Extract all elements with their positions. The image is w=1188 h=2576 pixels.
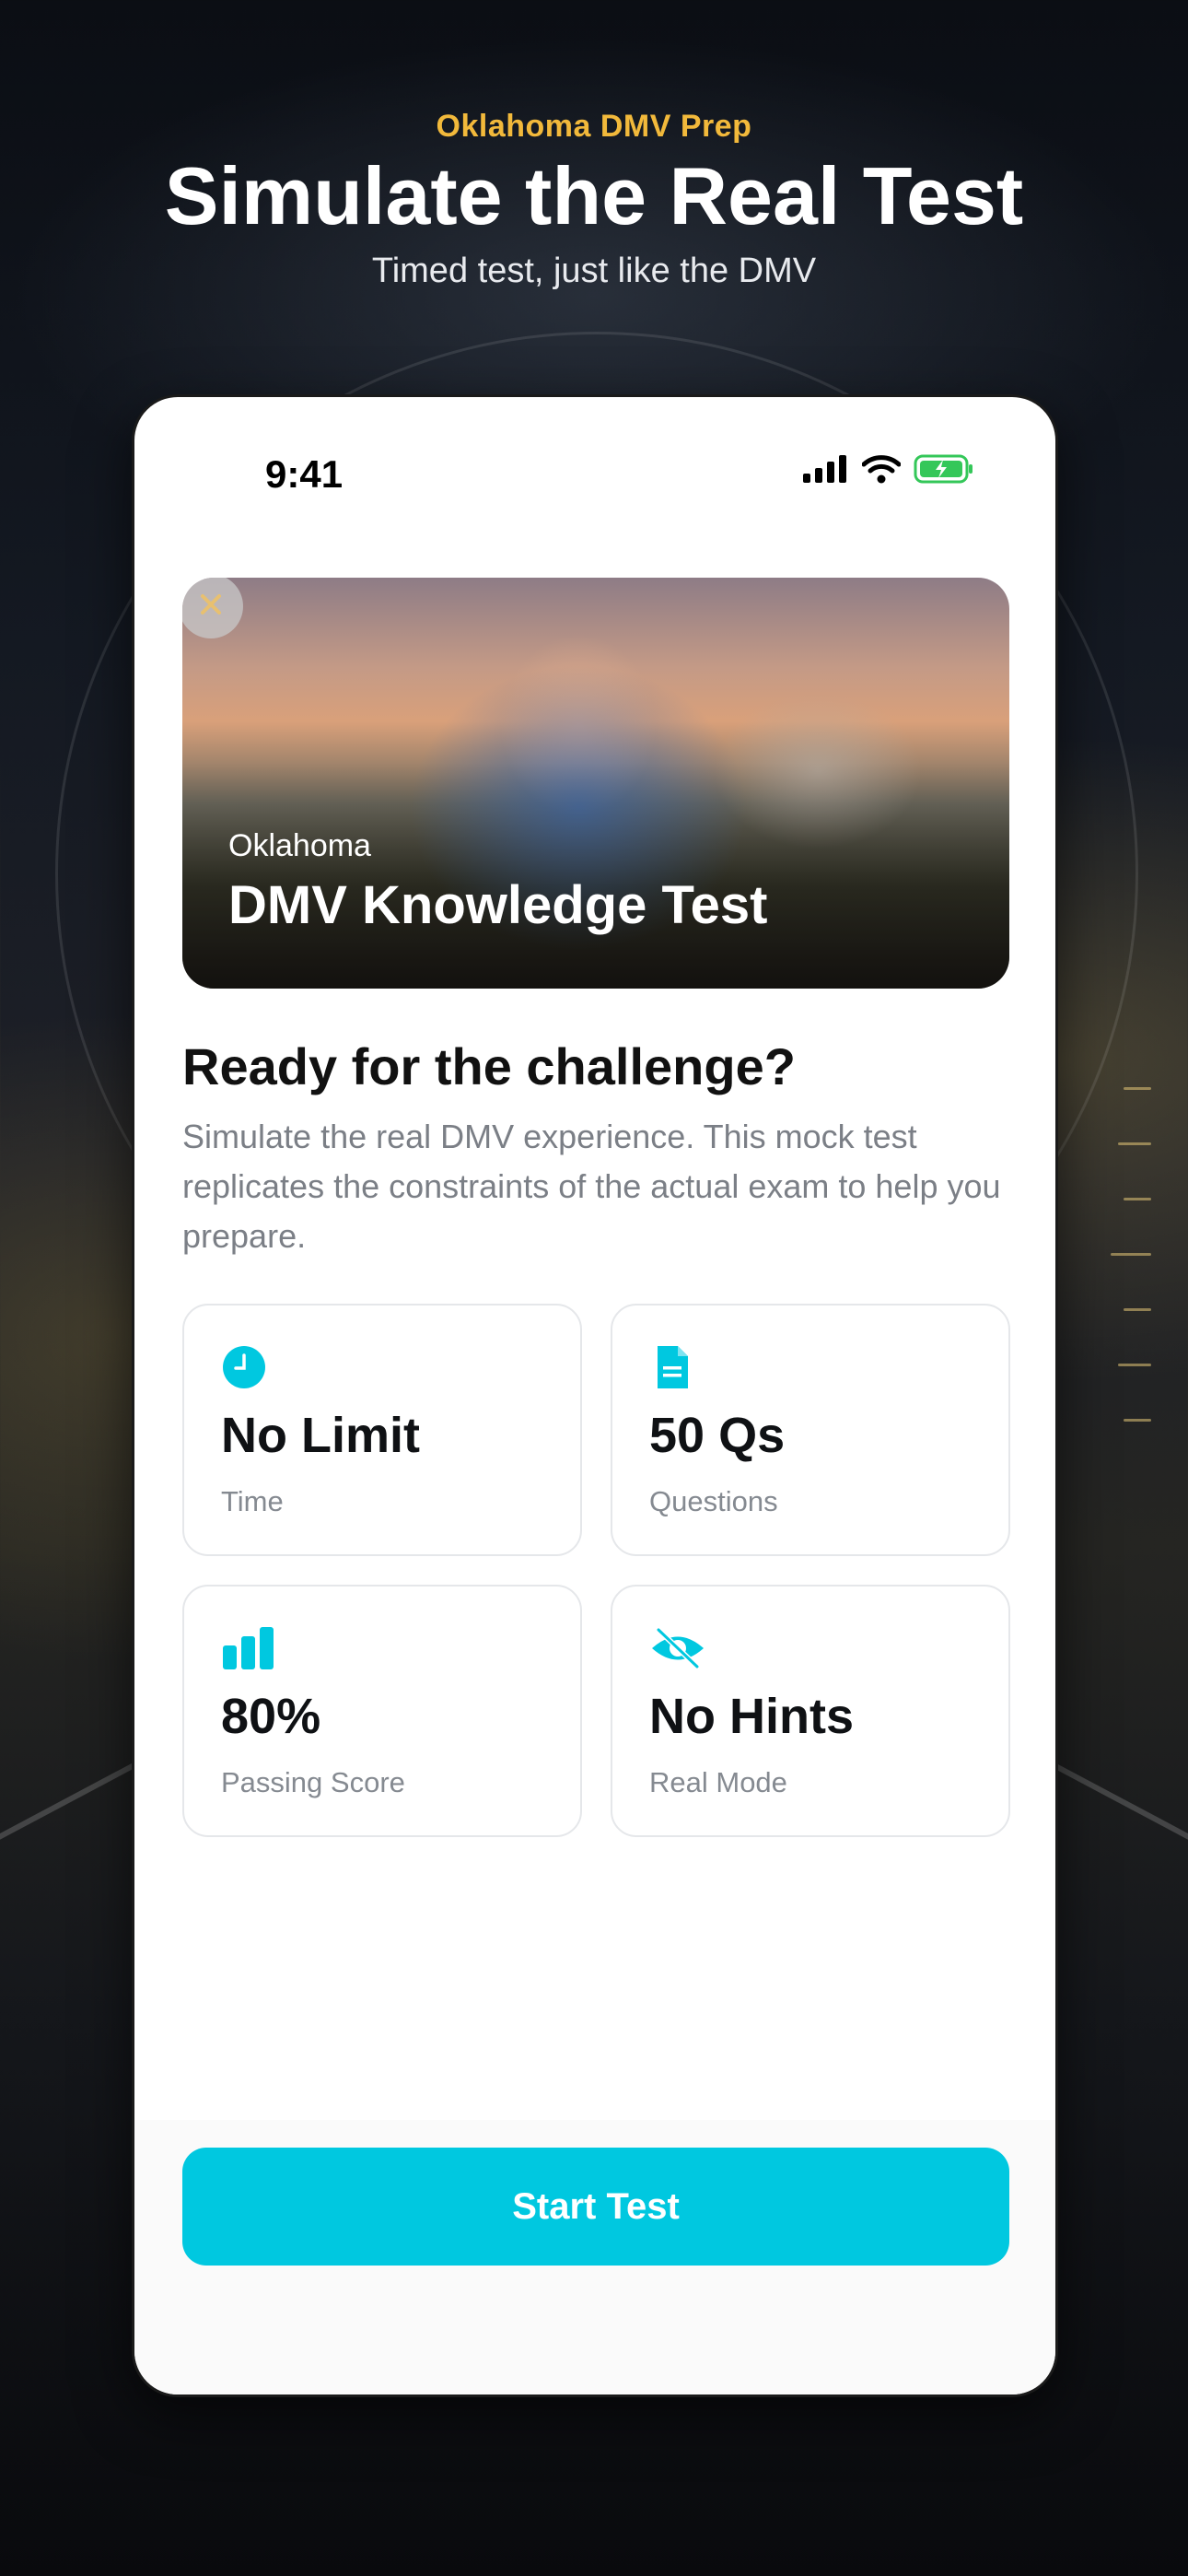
status-time: 9:41 [265,452,344,496]
hero-state-label: Oklahoma [228,828,371,863]
eye-off-icon [649,1625,704,1671]
start-test-button[interactable]: Start Test [182,2148,1009,2266]
stat-value: 80% [221,1689,321,1744]
stat-value: No Hints [649,1689,854,1744]
hero-title: DMV Knowledge Test [228,875,768,935]
intro-description: Simulate the real DMV experience. This m… [182,1118,1001,1255]
phone-screen: 9:41 Oklahoma DMV Knowledge Test Ready f… [132,394,1058,2397]
stat-label: Passing Score [221,1766,405,1798]
stat-label: Questions [649,1485,778,1517]
stat-card-time: No Limit Time [182,1304,582,1556]
stat-label: Time [221,1485,284,1517]
stat-card-questions: 50 Qs Questions [611,1304,1010,1556]
promo-subhead: Timed test, just like the DMV [371,252,817,290]
stat-value: No Limit [221,1408,420,1463]
bar-chart-icon [221,1625,274,1671]
cellular-signal-icon [803,455,849,487]
promo-eyebrow: Oklahoma DMV Prep [436,109,752,144]
intro-title: Ready for the challenge? [182,1037,796,1095]
close-icon [197,591,225,623]
stat-card-passing-score: 80% Passing Score [182,1585,582,1837]
document-icon [649,1344,695,1390]
clock-icon [221,1344,267,1390]
status-bar: 9:41 [134,397,1055,535]
battery-charging-icon [914,454,974,488]
status-icons [803,454,974,488]
hero-banner: Oklahoma DMV Knowledge Test [182,578,1009,989]
stat-card-real-mode: No Hints Real Mode [611,1585,1010,1837]
stat-label: Real Mode [649,1766,787,1798]
promo-headline: Simulate the Real Test [164,150,1024,241]
speedometer-ticks-decoration [1077,1087,1151,1474]
stat-value: 50 Qs [649,1408,786,1463]
wifi-icon [861,454,902,488]
promo-header: Oklahoma DMV Prep Simulate the Real Test… [0,109,1188,291]
